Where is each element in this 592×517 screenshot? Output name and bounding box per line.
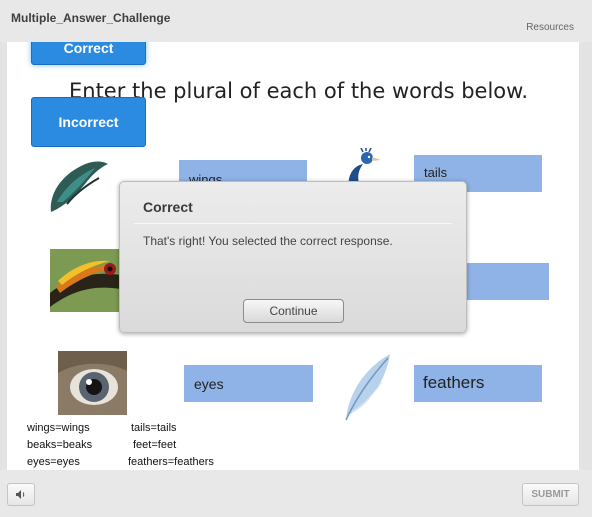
dialog-title: Correct — [143, 199, 193, 215]
feedback-dialog: Correct That's right! You selected the c… — [119, 181, 467, 333]
correct-button[interactable]: Correct — [31, 42, 146, 65]
speaker-icon — [16, 490, 25, 499]
answer-key-feathers: feathers=feathers — [128, 456, 214, 468]
submit-button[interactable]: SUBMIT — [522, 483, 579, 506]
answer-key-eyes: eyes=eyes — [27, 456, 80, 468]
bottom-bar: SUBMIT — [0, 470, 592, 517]
eagle-eye-image — [58, 351, 127, 415]
answer-key-wings: wings=wings — [27, 422, 90, 434]
bird-wing-image — [50, 161, 108, 212]
feather-image — [345, 354, 390, 421]
beaks-answer-field[interactable] — [464, 263, 549, 300]
feathers-answer-field[interactable]: feathers — [414, 365, 542, 402]
dialog-divider — [134, 223, 452, 224]
audio-button[interactable] — [7, 483, 35, 506]
eyes-answer-field[interactable]: eyes — [184, 365, 313, 402]
toucan-image — [50, 249, 120, 312]
top-bar: Multiple_Answer_Challenge Resources — [0, 0, 592, 42]
course-title: Multiple_Answer_Challenge — [11, 11, 171, 25]
incorrect-button[interactable]: Incorrect — [31, 97, 146, 147]
answer-key-beaks: beaks=beaks — [27, 439, 93, 451]
continue-button[interactable]: Continue — [243, 299, 344, 323]
answer-key-tails: tails=tails — [131, 422, 177, 434]
answer-key-feet: feet=feet — [133, 439, 177, 451]
resources-link[interactable]: Resources — [526, 22, 574, 33]
dialog-message: That's right! You selected the correct r… — [143, 234, 393, 248]
